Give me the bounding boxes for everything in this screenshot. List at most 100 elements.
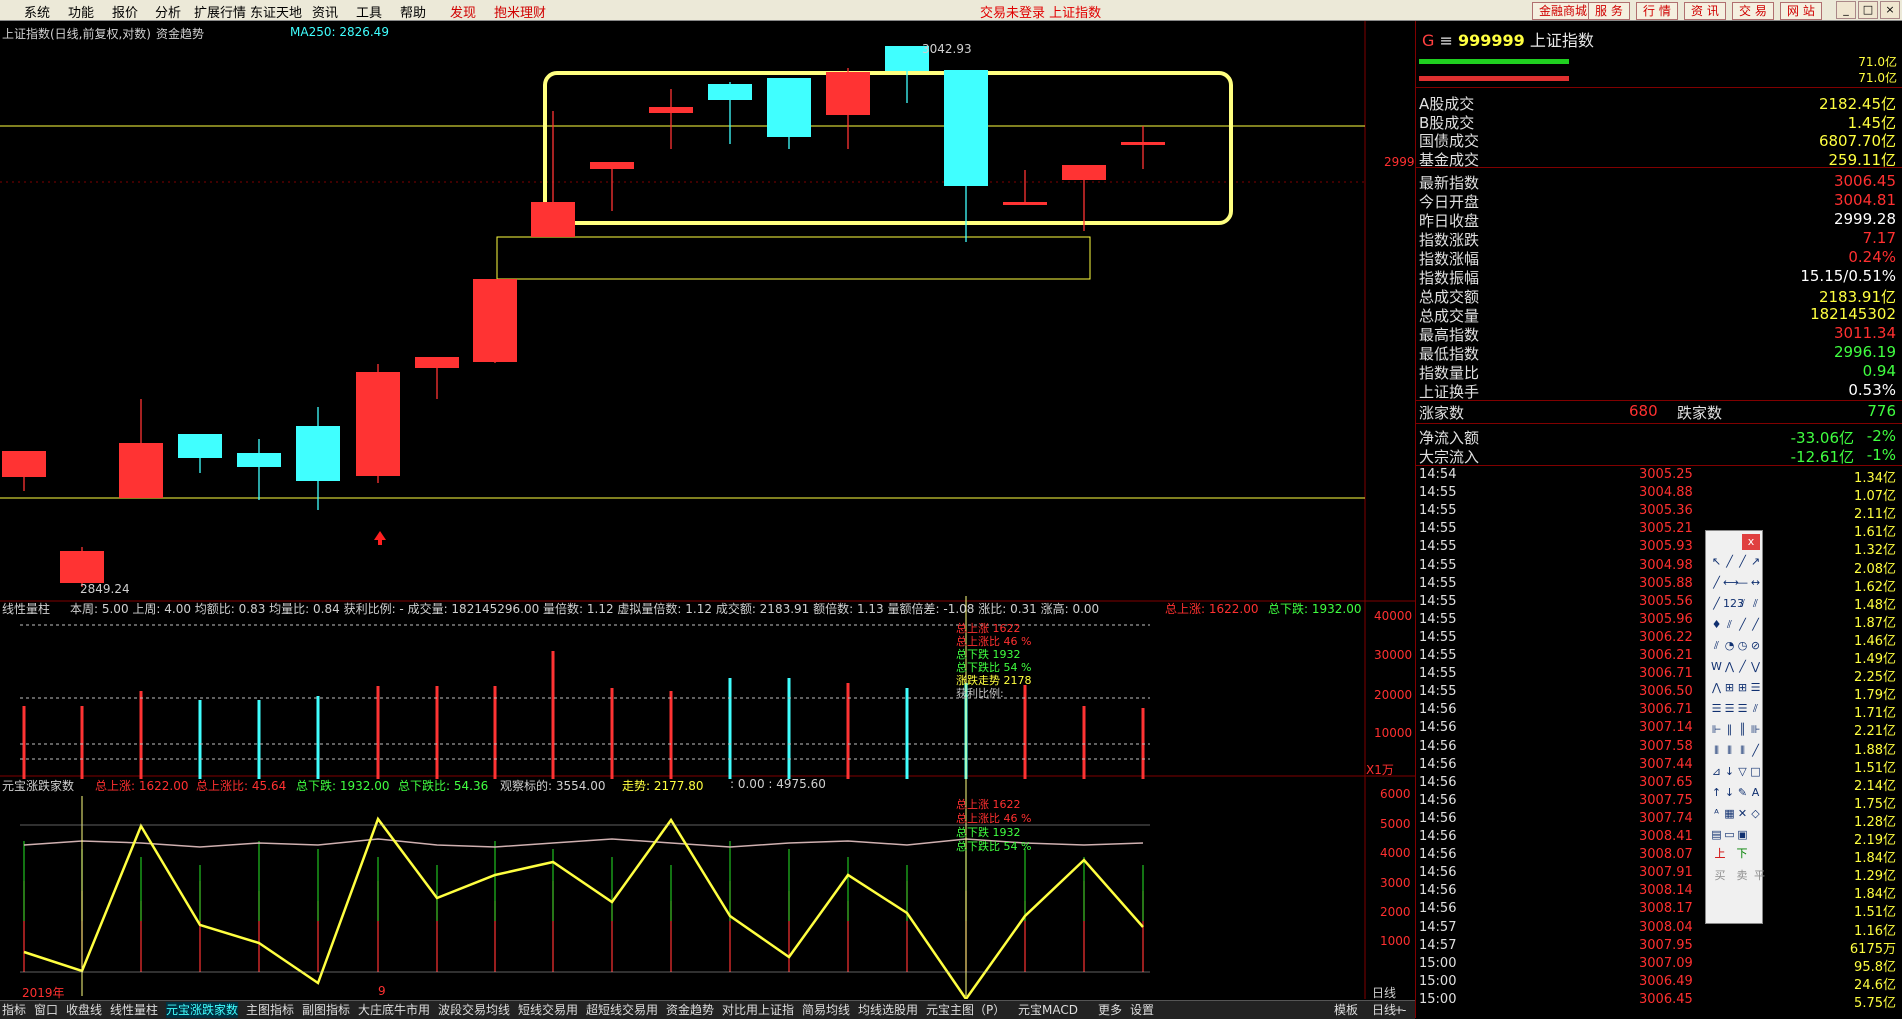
tab-14[interactable]: 均线选股用 bbox=[858, 1002, 918, 1018]
tick-row[interactable]: 14:55 3005.88 1.62亿 bbox=[1419, 576, 1896, 595]
tick-row[interactable]: 14:55 3005.56 1.48亿 bbox=[1419, 594, 1896, 613]
tick-row[interactable]: 14:56 3007.44 1.51亿 bbox=[1419, 757, 1896, 776]
drawing-tool-icon[interactable]: ╱ bbox=[1749, 616, 1762, 634]
menu-analysis[interactable]: 分析 bbox=[155, 2, 181, 21]
kline-chart[interactable] bbox=[0, 21, 1415, 999]
tick-row[interactable]: 14:56 3007.91 1.29亿 bbox=[1419, 865, 1896, 884]
drawing-tool-icon[interactable]: ▽ bbox=[1736, 763, 1749, 781]
menu-quote[interactable]: 报价 bbox=[112, 2, 138, 21]
drawing-tool-icon[interactable]: ↑ bbox=[1710, 784, 1723, 802]
drawing-tool-icon[interactable]: ▭ bbox=[1723, 826, 1736, 844]
tab-10[interactable]: 超短线交易用 bbox=[586, 1002, 658, 1018]
tab-12[interactable]: 对比用上证指 bbox=[722, 1002, 794, 1018]
breadth-indicator-name[interactable]: 元宝涨跌家数 bbox=[2, 777, 74, 794]
tick-row[interactable]: 14:55 3005.93 1.32亿 bbox=[1419, 539, 1896, 558]
tab-right-3[interactable]: - bbox=[1402, 1002, 1406, 1018]
tool-sell-text[interactable]: 卖 bbox=[1732, 867, 1752, 885]
menu-discover[interactable]: 发现 bbox=[450, 2, 476, 21]
toolbox-close-button[interactable]: x bbox=[1742, 534, 1760, 550]
minimize-icon[interactable]: _ bbox=[1836, 1, 1856, 19]
tab-11[interactable]: 资金趋势 bbox=[666, 1002, 714, 1018]
tab-right-0[interactable]: 模板 bbox=[1334, 1002, 1358, 1018]
drawing-tool-icon[interactable] bbox=[1749, 826, 1762, 844]
tick-row[interactable]: 14:55 3006.21 1.49亿 bbox=[1419, 648, 1896, 667]
drawing-tool-icon[interactable]: ✎ bbox=[1736, 784, 1749, 802]
drawing-tool-icon[interactable]: ╱ bbox=[1736, 616, 1749, 634]
drawing-tool-icon[interactable]: ☰ bbox=[1736, 700, 1749, 718]
fund-trend-toggle[interactable]: 资金趋势 bbox=[156, 25, 204, 42]
tab-9[interactable]: 短线交易用 bbox=[518, 1002, 578, 1018]
tab-0[interactable]: 指标 bbox=[2, 1002, 26, 1018]
tick-row[interactable]: 14:55 3005.96 1.87亿 bbox=[1419, 612, 1896, 631]
drawing-tool-icon[interactable]: ⋁ bbox=[1749, 658, 1762, 676]
tab-18[interactable]: 设置 bbox=[1130, 1002, 1154, 1018]
drawing-tool-icon[interactable]: ☰ bbox=[1749, 679, 1762, 697]
menu-dzh[interactable]: 东证天地 bbox=[250, 2, 302, 21]
tick-row[interactable]: 14:56 3008.17 1.51亿 bbox=[1419, 901, 1896, 920]
drawing-tool-icon[interactable]: ♦ bbox=[1710, 616, 1723, 634]
tab-8[interactable]: 波段交易均线 bbox=[438, 1002, 510, 1018]
tick-row[interactable]: 14:56 3007.74 1.28亿 bbox=[1419, 811, 1896, 830]
close-icon[interactable]: × bbox=[1880, 1, 1900, 19]
drawing-tool-icon[interactable]: ╱ bbox=[1710, 574, 1723, 592]
menu-tools[interactable]: 工具 bbox=[356, 2, 382, 21]
drawing-tool-icon[interactable]: ↖ bbox=[1710, 553, 1723, 571]
tab-16[interactable]: 元宝MACD bbox=[1018, 1002, 1078, 1018]
tick-row[interactable]: 14:56 3006.71 1.71亿 bbox=[1419, 702, 1896, 721]
drawing-tool-icon[interactable]: A bbox=[1749, 784, 1762, 802]
drawing-tool-icon[interactable]: — bbox=[1736, 574, 1749, 592]
drawing-tool-icon[interactable]: ╱ bbox=[1723, 553, 1736, 571]
btn-market[interactable]: 行 情 bbox=[1636, 2, 1678, 20]
drawing-tool-icon[interactable]: ☰ bbox=[1710, 700, 1723, 718]
menu-lines-icon[interactable]: ≡ bbox=[1440, 31, 1453, 50]
tick-row[interactable]: 14:56 3008.41 2.19亿 bbox=[1419, 829, 1896, 848]
btn-mall[interactable]: 金融商城 bbox=[1532, 2, 1595, 20]
tab-5[interactable]: 主图指标 bbox=[246, 1002, 294, 1018]
drawing-tool-icon[interactable]: ║ bbox=[1736, 721, 1749, 739]
period-label[interactable]: 日线 bbox=[1372, 984, 1396, 1001]
drawing-tool-icon[interactable]: ⊿ bbox=[1710, 763, 1723, 781]
drawing-tool-icon[interactable]: ↔ bbox=[1749, 574, 1762, 592]
drawing-tool-icon[interactable]: ⫽ bbox=[1749, 700, 1762, 718]
tab-7[interactable]: 大庄底牛市用 bbox=[358, 1002, 430, 1018]
drawing-tool-icon[interactable]: ▤ bbox=[1710, 826, 1723, 844]
btn-site[interactable]: 网 站 bbox=[1780, 2, 1822, 20]
tab-right-1[interactable]: 日线 bbox=[1372, 1002, 1396, 1018]
tab-4[interactable]: 元宝涨跌家数 bbox=[166, 1002, 239, 1018]
tick-row[interactable]: 14:57 3007.95 6175万 bbox=[1419, 938, 1896, 957]
btn-news[interactable]: 资 讯 bbox=[1684, 2, 1726, 20]
drawing-tool-icon[interactable]: ⟷ bbox=[1723, 574, 1739, 592]
drawing-tool-icon[interactable]: ⊞ bbox=[1736, 679, 1749, 697]
tick-row[interactable]: 14:57 3008.04 1.16亿 bbox=[1419, 920, 1896, 939]
drawing-tool-icon[interactable]: ☰ bbox=[1723, 700, 1736, 718]
menu-wealth[interactable]: 抱米理财 bbox=[494, 2, 546, 21]
tick-row[interactable]: 14:55 3006.50 1.79亿 bbox=[1419, 684, 1896, 703]
drawing-tool-icon[interactable]: ⫽ bbox=[1710, 637, 1723, 655]
tool-up-text[interactable]: 上 bbox=[1710, 845, 1730, 863]
drawing-tool-icon[interactable]: ◇ bbox=[1749, 805, 1762, 823]
tool-buy-text[interactable]: 买 bbox=[1710, 867, 1730, 885]
tab-13[interactable]: 简易均线 bbox=[802, 1002, 850, 1018]
tick-row[interactable]: 14:55 3004.98 2.08亿 bbox=[1419, 558, 1896, 577]
drawing-tool-icon[interactable]: 123 bbox=[1723, 595, 1744, 613]
drawing-tool-icon[interactable]: ╱ bbox=[1736, 658, 1749, 676]
vol-indicator-name[interactable]: 线性量柱 bbox=[2, 600, 50, 617]
tick-row[interactable]: 14:56 3007.14 2.21亿 bbox=[1419, 720, 1896, 739]
tab-6[interactable]: 副图指标 bbox=[302, 1002, 350, 1018]
drawing-tool-icon[interactable]: ⦀ bbox=[1736, 742, 1749, 760]
tick-row[interactable]: 14:55 3005.21 1.61亿 bbox=[1419, 521, 1896, 540]
tick-row[interactable]: 14:55 3006.71 2.25亿 bbox=[1419, 666, 1896, 685]
tick-row[interactable]: 14:55 3006.22 1.46亿 bbox=[1419, 630, 1896, 649]
maximize-icon[interactable]: □ bbox=[1858, 1, 1878, 19]
tick-row[interactable]: 15:00 3006.49 24.6亿 bbox=[1419, 974, 1896, 993]
drawing-tool-icon[interactable]: ◷ bbox=[1736, 637, 1749, 655]
drawing-toolbox[interactable]: x ↖ ╱ ╱ ↗ ╱ ⟷ — ↔ ╱ 123 ⫽ ⫽ ♦ ⫽ ╱ ╱ ⫽ ◔ ◷ ⊘ W ⋀ ╱ ⋁ ⋀ ⊞ ⊞ ☰ ☰ ☰ ☰ ⫽ ⊩ ∥ ║ ⊪… bbox=[1705, 530, 1765, 924]
tick-row[interactable]: 14:54 3005.25 1.34亿 bbox=[1419, 467, 1896, 486]
drawing-tool-icon[interactable]: ▣ bbox=[1736, 826, 1749, 844]
menu-help[interactable]: 帮助 bbox=[400, 2, 426, 21]
tool-down-text[interactable]: 下 bbox=[1732, 845, 1752, 863]
drawing-tool-icon[interactable]: ⊘ bbox=[1749, 637, 1762, 655]
drawing-tool-icon[interactable]: ⋀ bbox=[1723, 658, 1736, 676]
tab-15[interactable]: 元宝主图（P） bbox=[926, 1002, 1005, 1018]
tick-row[interactable]: 14:56 3007.65 2.14亿 bbox=[1419, 775, 1896, 794]
